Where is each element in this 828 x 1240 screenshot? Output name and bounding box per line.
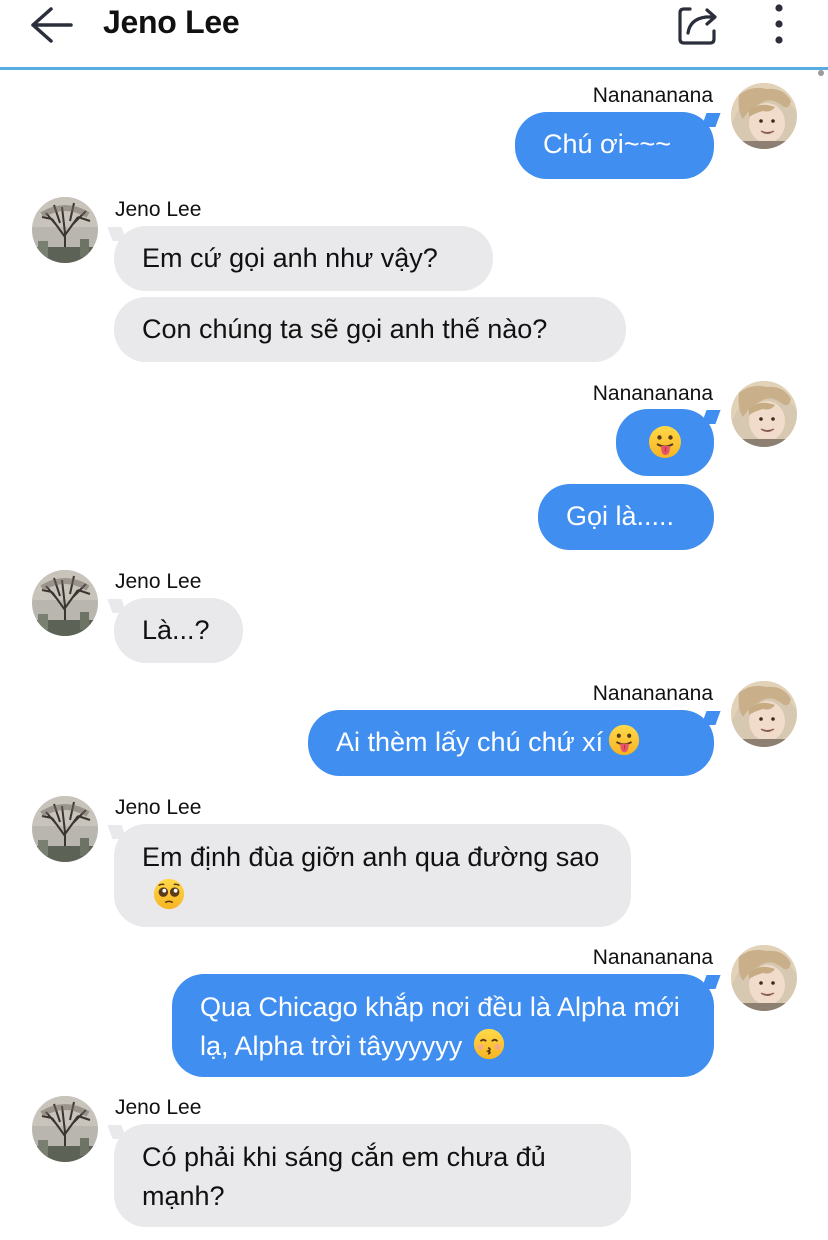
avatar[interactable] xyxy=(731,681,797,747)
sender-name: Jeno Lee xyxy=(115,796,202,819)
share-button[interactable] xyxy=(672,0,722,48)
message-text: Gọi là..... xyxy=(566,501,675,531)
message-bubble[interactable]: Là...? xyxy=(114,598,243,663)
kissing-face-emoji xyxy=(472,1027,506,1061)
message-bubble[interactable]: Có phải khi sáng cắn em chưa đủ mạnh? xyxy=(114,1124,631,1227)
message-bubble[interactable]: Con chúng ta sẽ gọi anh thế nào? xyxy=(114,297,626,362)
sender-name: Nanananana xyxy=(592,84,713,107)
chat-header: Jeno Lee xyxy=(0,0,828,70)
chat-title: Jeno Lee xyxy=(103,4,240,40)
message-bubble[interactable]: Em cứ gọi anh như vậy? xyxy=(114,226,493,291)
tongue-out-emoji xyxy=(607,723,641,757)
message-text: Ai thèm lấy chú chứ xí xyxy=(336,727,604,757)
message-text: Qua Chicago khắp nơi đều là Alpha mới lạ… xyxy=(200,992,680,1061)
avatar[interactable] xyxy=(32,570,98,636)
pleading-face-emoji xyxy=(152,877,186,911)
sender-name: Jeno Lee xyxy=(115,570,202,593)
back-button[interactable] xyxy=(24,2,76,48)
message-text: Có phải khi sáng cắn em chưa đủ mạnh? xyxy=(142,1142,546,1211)
header-divider xyxy=(0,67,828,70)
message-text: Em định đùa giỡn anh qua đường sao xyxy=(142,842,600,872)
sender-name: Nanananana xyxy=(592,682,713,705)
message-text: Em cứ gọi anh như vậy? xyxy=(142,243,438,273)
message-text: Con chúng ta sẽ gọi anh thế nào? xyxy=(142,314,548,344)
message-bubble[interactable]: Gọi là..... xyxy=(538,484,714,550)
message-bubble[interactable]: Qua Chicago khắp nơi đều là Alpha mới lạ… xyxy=(172,974,714,1077)
scroll-indicator[interactable] xyxy=(818,70,824,76)
arrow-left-icon xyxy=(31,7,73,43)
message-bubble[interactable] xyxy=(616,409,714,476)
more-vertical-icon xyxy=(775,4,783,44)
sender-name: Jeno Lee xyxy=(115,198,202,221)
avatar[interactable] xyxy=(731,945,797,1011)
message-bubble[interactable]: Em định đùa giỡn anh qua đường sao xyxy=(114,824,631,927)
message-bubble[interactable]: Chú ơi~~~ xyxy=(515,112,714,179)
sender-name: Nanananana xyxy=(592,382,713,405)
sender-name: Nanananana xyxy=(592,946,713,969)
avatar[interactable] xyxy=(731,381,797,447)
avatar[interactable] xyxy=(32,796,98,862)
share-icon xyxy=(678,7,717,45)
sender-name: Jeno Lee xyxy=(115,1096,202,1119)
message-text: Chú ơi~~~ xyxy=(543,129,672,159)
message-bubble[interactable]: Ai thèm lấy chú chứ xí xyxy=(308,710,714,776)
message-text: Là...? xyxy=(142,615,210,645)
avatar[interactable] xyxy=(731,83,797,149)
more-options-button[interactable] xyxy=(760,0,798,48)
avatar[interactable] xyxy=(32,197,98,263)
tongue-out-emoji xyxy=(647,424,683,460)
avatar[interactable] xyxy=(32,1096,98,1162)
